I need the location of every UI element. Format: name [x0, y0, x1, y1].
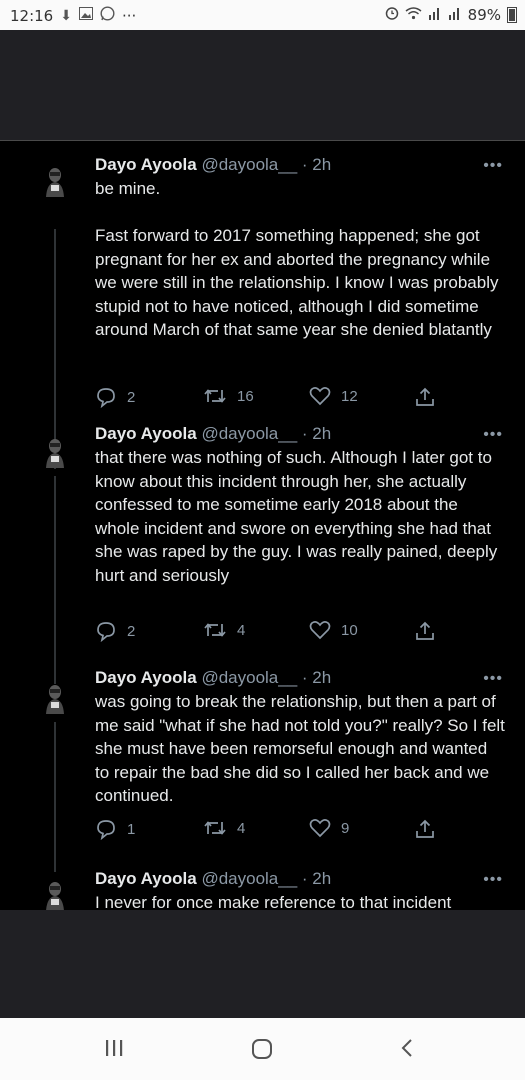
- heart-icon: [309, 387, 331, 406]
- whatsapp-icon: [100, 6, 115, 25]
- tweet-thread[interactable]: Dayo Ayoola @dayoola__ · 2h ••• be mine.…: [0, 141, 525, 910]
- retweet-icon: [204, 623, 226, 637]
- download-icon: ⬇: [60, 7, 72, 24]
- author-name[interactable]: Dayo Ayoola: [95, 155, 197, 174]
- reply-count: 1: [127, 820, 136, 838]
- author-handle[interactable]: @dayoola__: [201, 424, 297, 443]
- image-icon: [78, 7, 93, 24]
- more-options-icon[interactable]: •••: [483, 426, 503, 444]
- tweet-text: was going to break the relationship, but…: [95, 692, 505, 805]
- retweet-icon: [204, 389, 226, 403]
- author-handle[interactable]: @dayoola__: [201, 155, 297, 174]
- thread-line: [54, 476, 56, 684]
- status-bar: 12:16 ⬇ ··· 89%: [0, 0, 525, 30]
- wifi-icon: [405, 6, 422, 24]
- tweet-header: Dayo Ayoola @dayoola__ · 2h: [95, 869, 331, 889]
- author-name[interactable]: Dayo Ayoola: [95, 869, 197, 888]
- like-button[interactable]: 9: [309, 818, 349, 838]
- share-icon: [416, 819, 434, 838]
- tweet-actions: 1 4 9: [95, 818, 445, 842]
- author-name[interactable]: Dayo Ayoola: [95, 668, 197, 687]
- share-button[interactable]: [415, 620, 435, 642]
- reply-button[interactable]: 1: [95, 818, 135, 840]
- thread-line: [54, 229, 56, 469]
- like-button[interactable]: 10: [309, 620, 358, 640]
- reply-icon: [97, 622, 115, 642]
- author-handle[interactable]: @dayoola__: [201, 869, 297, 888]
- author-handle[interactable]: @dayoola__: [201, 668, 297, 687]
- like-button[interactable]: 12: [309, 386, 358, 406]
- reply-icon: [97, 388, 115, 408]
- heart-icon: [309, 819, 331, 838]
- timestamp[interactable]: · 2h: [302, 668, 331, 687]
- retweet-icon: [204, 821, 226, 835]
- reply-count: 2: [127, 622, 136, 640]
- heart-icon: [309, 621, 331, 640]
- screenshot-bottom-area: [0, 910, 525, 1018]
- navigation-bar: [0, 1018, 525, 1080]
- share-icon: [416, 621, 434, 640]
- like-count: 9: [341, 819, 350, 837]
- battery-icon: [507, 7, 517, 23]
- notification-overflow: ···: [121, 6, 137, 25]
- tweet-header: Dayo Ayoola @dayoola__ · 2h: [95, 155, 331, 175]
- tweet-header: Dayo Ayoola @dayoola__ · 2h: [95, 668, 331, 688]
- back-icon[interactable]: [398, 1038, 418, 1063]
- tweet-actions: 2 4 10: [95, 620, 445, 644]
- signal-icon: [428, 6, 442, 24]
- more-options-icon[interactable]: •••: [483, 670, 503, 688]
- retweet-count: 4: [237, 819, 246, 837]
- avatar[interactable]: [44, 881, 66, 910]
- battery-percent: 89%: [467, 6, 501, 24]
- timestamp[interactable]: · 2h: [302, 869, 331, 888]
- timestamp[interactable]: · 2h: [302, 155, 331, 174]
- retweet-count: 16: [237, 387, 254, 405]
- timestamp[interactable]: · 2h: [302, 424, 331, 443]
- reply-count: 2: [127, 388, 136, 406]
- alarm-icon: [385, 6, 399, 24]
- retweet-button[interactable]: 4: [203, 620, 245, 640]
- tweet-text: that there was nothing of such. Although…: [95, 448, 498, 585]
- retweet-count: 4: [237, 621, 246, 639]
- tweet-text: I never for once make reference to that …: [95, 893, 452, 910]
- avatar[interactable]: [44, 438, 66, 468]
- avatar[interactable]: [44, 167, 66, 197]
- like-count: 10: [341, 621, 358, 639]
- tweet-actions: 2 16 12: [95, 386, 445, 410]
- author-name[interactable]: Dayo Ayoola: [95, 424, 197, 443]
- tweet-header: Dayo Ayoola @dayoola__ · 2h: [95, 424, 331, 444]
- screenshot-top-area: [0, 30, 525, 140]
- like-count: 12: [341, 387, 358, 405]
- more-options-icon[interactable]: •••: [483, 157, 503, 175]
- reply-button[interactable]: 2: [95, 386, 135, 408]
- recent-apps-icon[interactable]: [104, 1038, 124, 1063]
- share-icon: [416, 387, 434, 406]
- clock: 12:16: [10, 6, 54, 25]
- thread-line: [54, 722, 56, 872]
- more-options-icon[interactable]: •••: [483, 871, 503, 889]
- reply-button[interactable]: 2: [95, 620, 135, 642]
- avatar[interactable]: [44, 684, 66, 714]
- retweet-button[interactable]: 16: [203, 386, 254, 406]
- tweet-text: be mine. Fast forward to 2017 something …: [95, 179, 499, 339]
- reply-icon: [97, 820, 115, 840]
- retweet-button[interactable]: 4: [203, 818, 245, 838]
- signal-icon: [448, 6, 462, 24]
- share-button[interactable]: [415, 818, 435, 840]
- share-button[interactable]: [415, 386, 435, 408]
- home-icon[interactable]: [251, 1038, 273, 1065]
